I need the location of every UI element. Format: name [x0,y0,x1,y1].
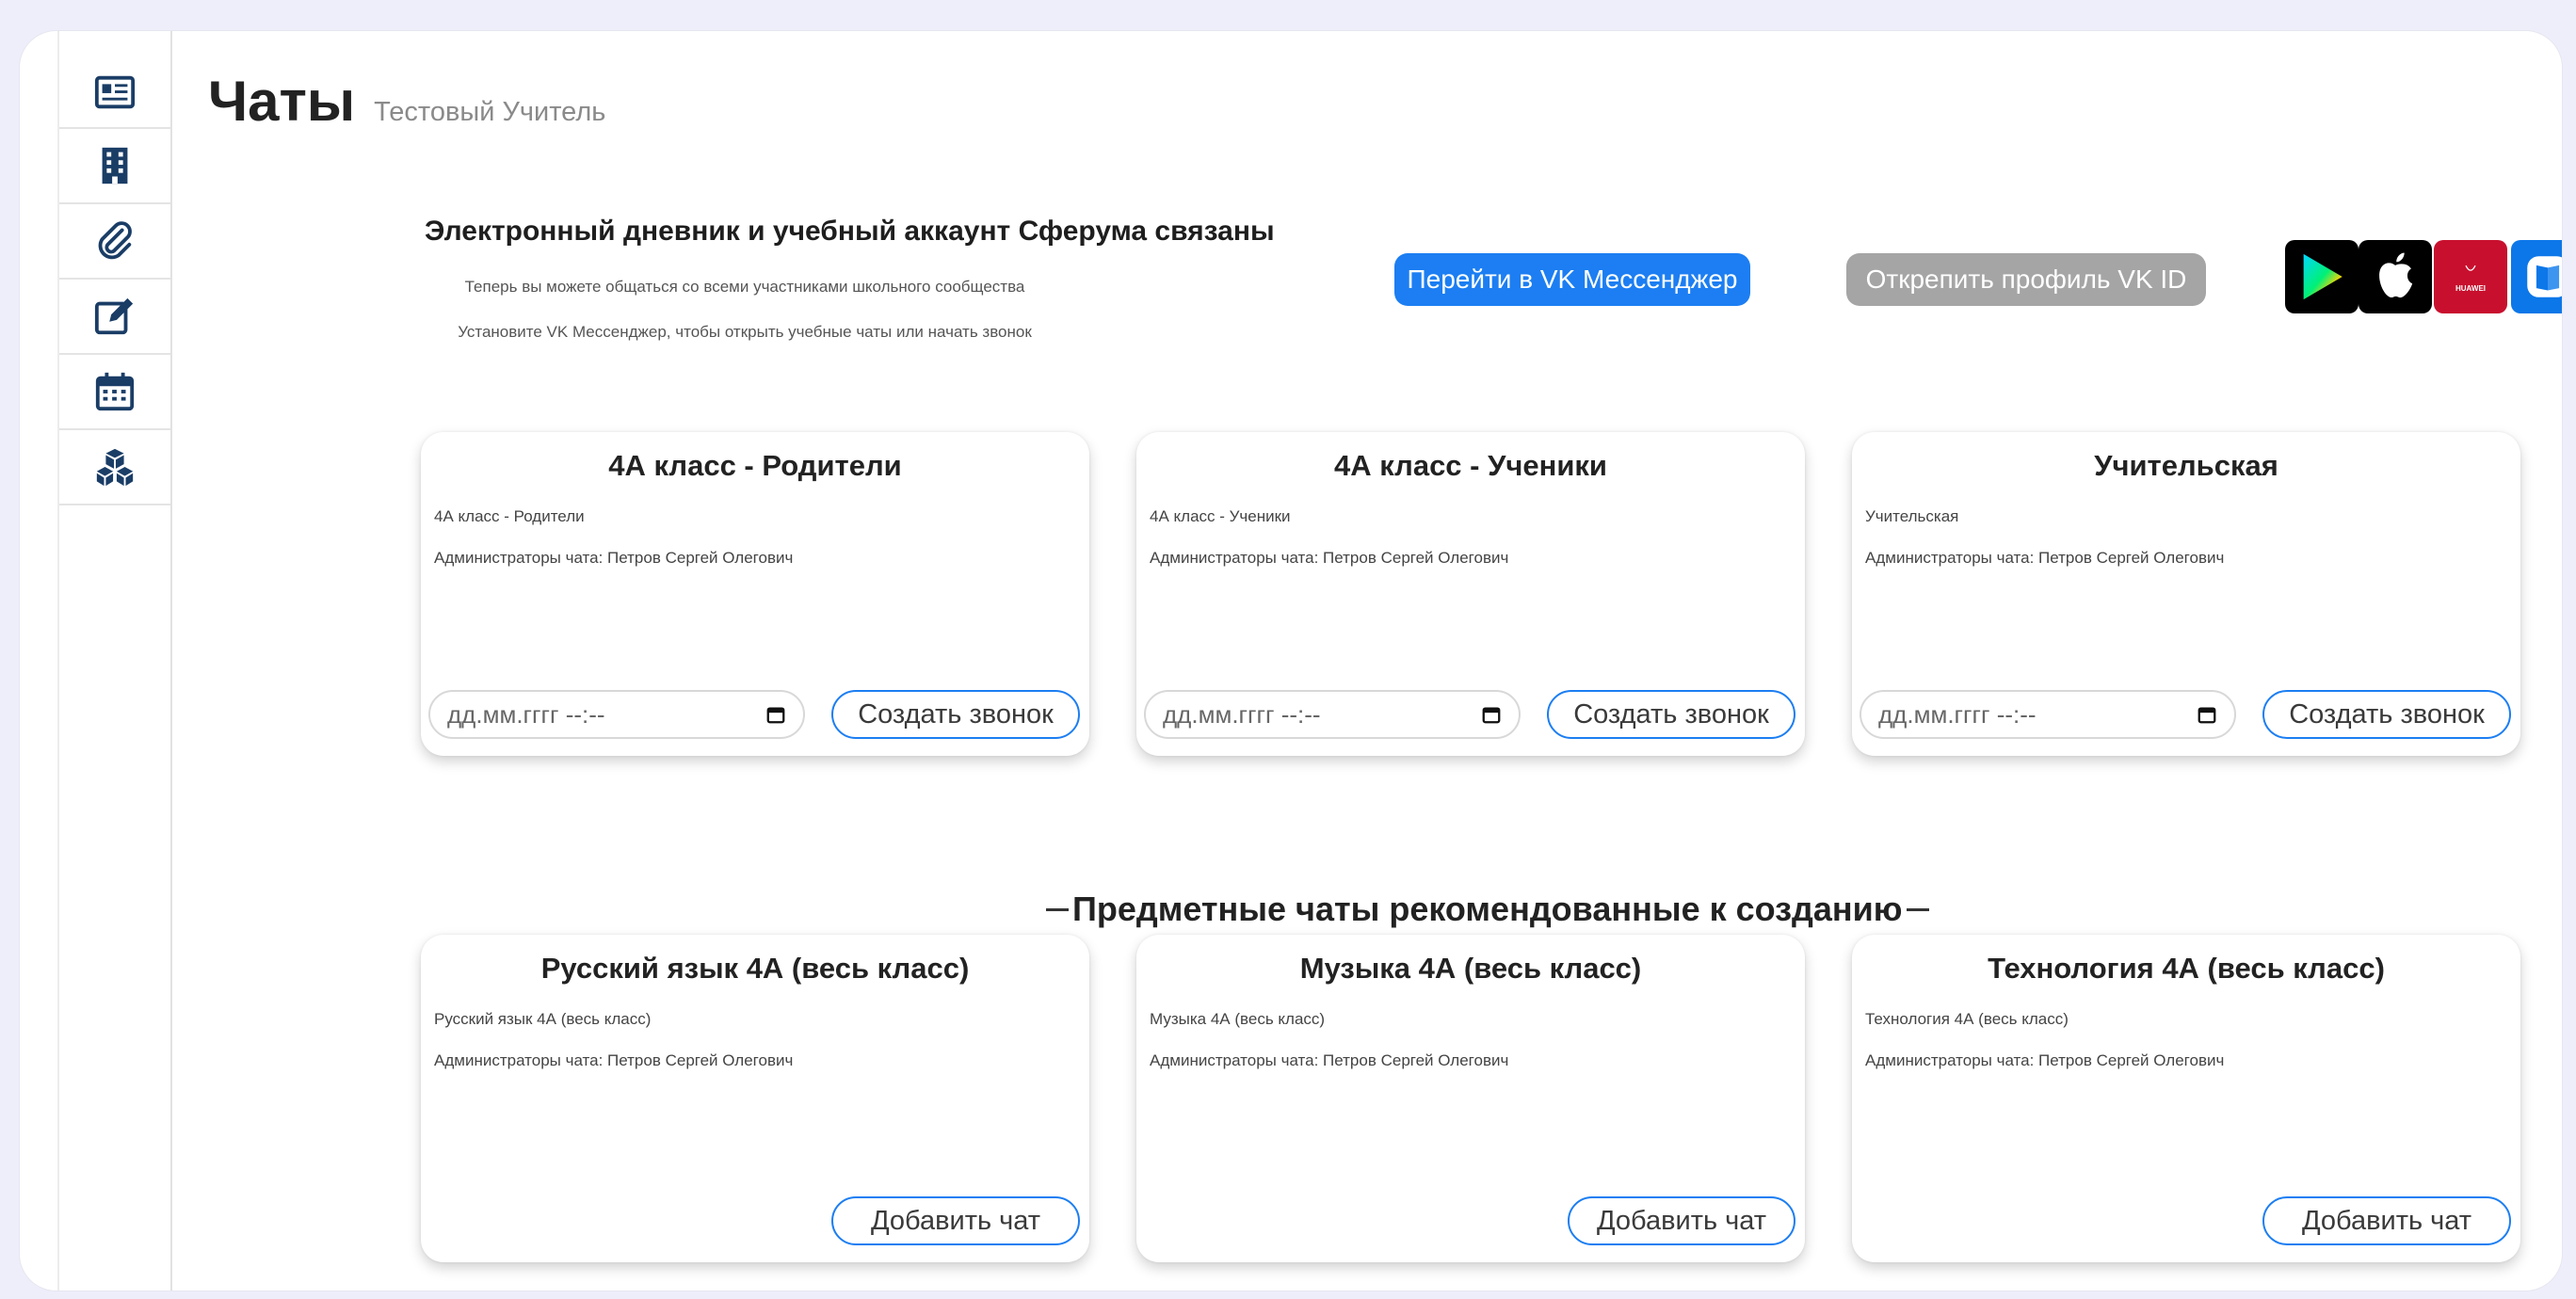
chat-admins: Администраторы чата: Петров Сергей Олего… [1865,1051,2225,1069]
chat-subtitle: 4А класс - Родители [434,507,585,525]
add-chat-button[interactable]: Добавить чат [2262,1196,2511,1245]
chat-subtitle: 4А класс - Ученики [1150,507,1291,525]
chat-admins: Администраторы чата: Петров Сергей Олего… [1150,1051,1509,1069]
recommended-chat-card: Технология 4А (весь класс) Технология 4А… [1852,935,2520,1262]
banner-line-2: Установите VK Мессенджер, чтобы открыть … [458,323,1032,341]
page-subtitle: Тестовый Учитель [374,97,606,127]
add-chat-button[interactable]: Добавить чат [831,1196,1080,1245]
app-window: Чаты Тестовый Учитель Электронный дневни… [19,30,2563,1291]
cubes-icon [96,448,134,487]
sidebar [57,31,172,1291]
chat-card: 4А класс - Родители 4А класс - Родители … [421,432,1089,756]
huawei-icon [2465,265,2476,271]
create-call-button[interactable]: Создать звонок [831,690,1080,739]
datetime-placeholder: дд.мм.гггг --:-- [447,699,605,729]
sidebar-item-school[interactable] [59,129,170,204]
apple-icon [2379,252,2413,298]
edit-icon [94,297,134,335]
chat-admins: Администраторы чата: Петров Сергей Олего… [434,1051,794,1069]
calendar-picker-icon[interactable] [2197,704,2217,725]
rustore-icon [2527,256,2562,297]
add-chat-button[interactable]: Добавить чат [1568,1196,1795,1245]
recommended-chat-card: Русский язык 4А (весь класс) Русский язы… [421,935,1089,1262]
heading-dash [1046,907,1069,911]
chat-admins: Администраторы чата: Петров Сергей Олего… [434,549,794,567]
recommended-heading: Предметные чаты рекомендованные к создан… [1046,890,1929,929]
call-datetime-input[interactable]: дд.мм.гггг --:-- [1860,690,2236,739]
calendar-picker-icon[interactable] [765,704,786,725]
sidebar-item-edit[interactable] [59,280,170,355]
chat-admins: Администраторы чата: Петров Сергей Олего… [1150,549,1509,567]
datetime-placeholder: дд.мм.гггг --:-- [1878,699,2037,729]
chat-title: 4А класс - Ученики [1334,449,1607,482]
chat-subtitle: Русский язык 4А (весь класс) [434,1010,652,1028]
chat-title: Музыка 4А (весь класс) [1299,952,1642,985]
heading-dash [1906,907,1929,911]
banner-heading: Электронный дневник и учебный аккаунт Сф… [425,216,1275,247]
create-call-button[interactable]: Создать звонок [1547,690,1795,739]
chat-subtitle: Музыка 4А (весь класс) [1150,1010,1326,1028]
sidebar-item-calendar[interactable] [59,355,170,430]
chat-title: Технология 4А (весь класс) [1988,952,2385,985]
sidebar-item-news[interactable] [59,31,170,129]
chat-subtitle: Учительская [1865,507,1959,525]
calendar-picker-icon[interactable] [1481,704,1502,725]
banner-line-1: Теперь вы можете общаться со всеми участ… [464,278,1025,296]
datetime-placeholder: дд.мм.гггг --:-- [1163,699,1321,729]
google-play-icon [2303,253,2343,300]
page-header: Чаты Тестовый Учитель [208,69,605,134]
open-vk-messenger-button[interactable]: Перейти в VK Мессенджер [1394,253,1750,306]
rustore-link[interactable] [2511,240,2562,313]
chat-title: 4А класс - Родители [608,449,902,482]
page-title: Чаты [208,70,356,133]
recommended-chat-card: Музыка 4А (весь класс) Музыка 4А (весь к… [1136,935,1805,1262]
create-call-button[interactable]: Создать звонок [2262,690,2511,739]
huawei-appgallery-link[interactable]: HUAWEI [2434,240,2507,313]
chat-title: Учительская [2094,449,2278,482]
building-icon [102,147,128,184]
unlink-vk-id-button[interactable]: Открепить профиль VK ID [1846,253,2206,306]
call-datetime-input[interactable]: дд.мм.гггг --:-- [428,690,805,739]
chat-admins: Администраторы чата: Петров Сергей Олего… [1865,549,2225,567]
sidebar-item-attachments[interactable] [59,204,170,280]
paperclip-icon [98,221,132,260]
call-datetime-input[interactable]: дд.мм.гггг --:-- [1144,690,1521,739]
news-icon [94,75,136,109]
app-store-link[interactable] [2359,240,2432,313]
calendar-icon [95,372,135,411]
chat-title: Русский язык 4А (весь класс) [540,952,970,985]
chat-card: Учительская Учительская Администраторы ч… [1852,432,2520,756]
recommended-heading-text: Предметные чаты рекомендованные к создан… [1072,890,1903,928]
chat-card: 4А класс - Ученики 4А класс - Ученики Ад… [1136,432,1805,756]
sidebar-item-resources[interactable] [59,430,170,505]
chat-subtitle: Технология 4А (весь класс) [1865,1010,2069,1028]
google-play-link[interactable] [2285,240,2359,313]
huawei-label: HUAWEI [2455,283,2486,293]
